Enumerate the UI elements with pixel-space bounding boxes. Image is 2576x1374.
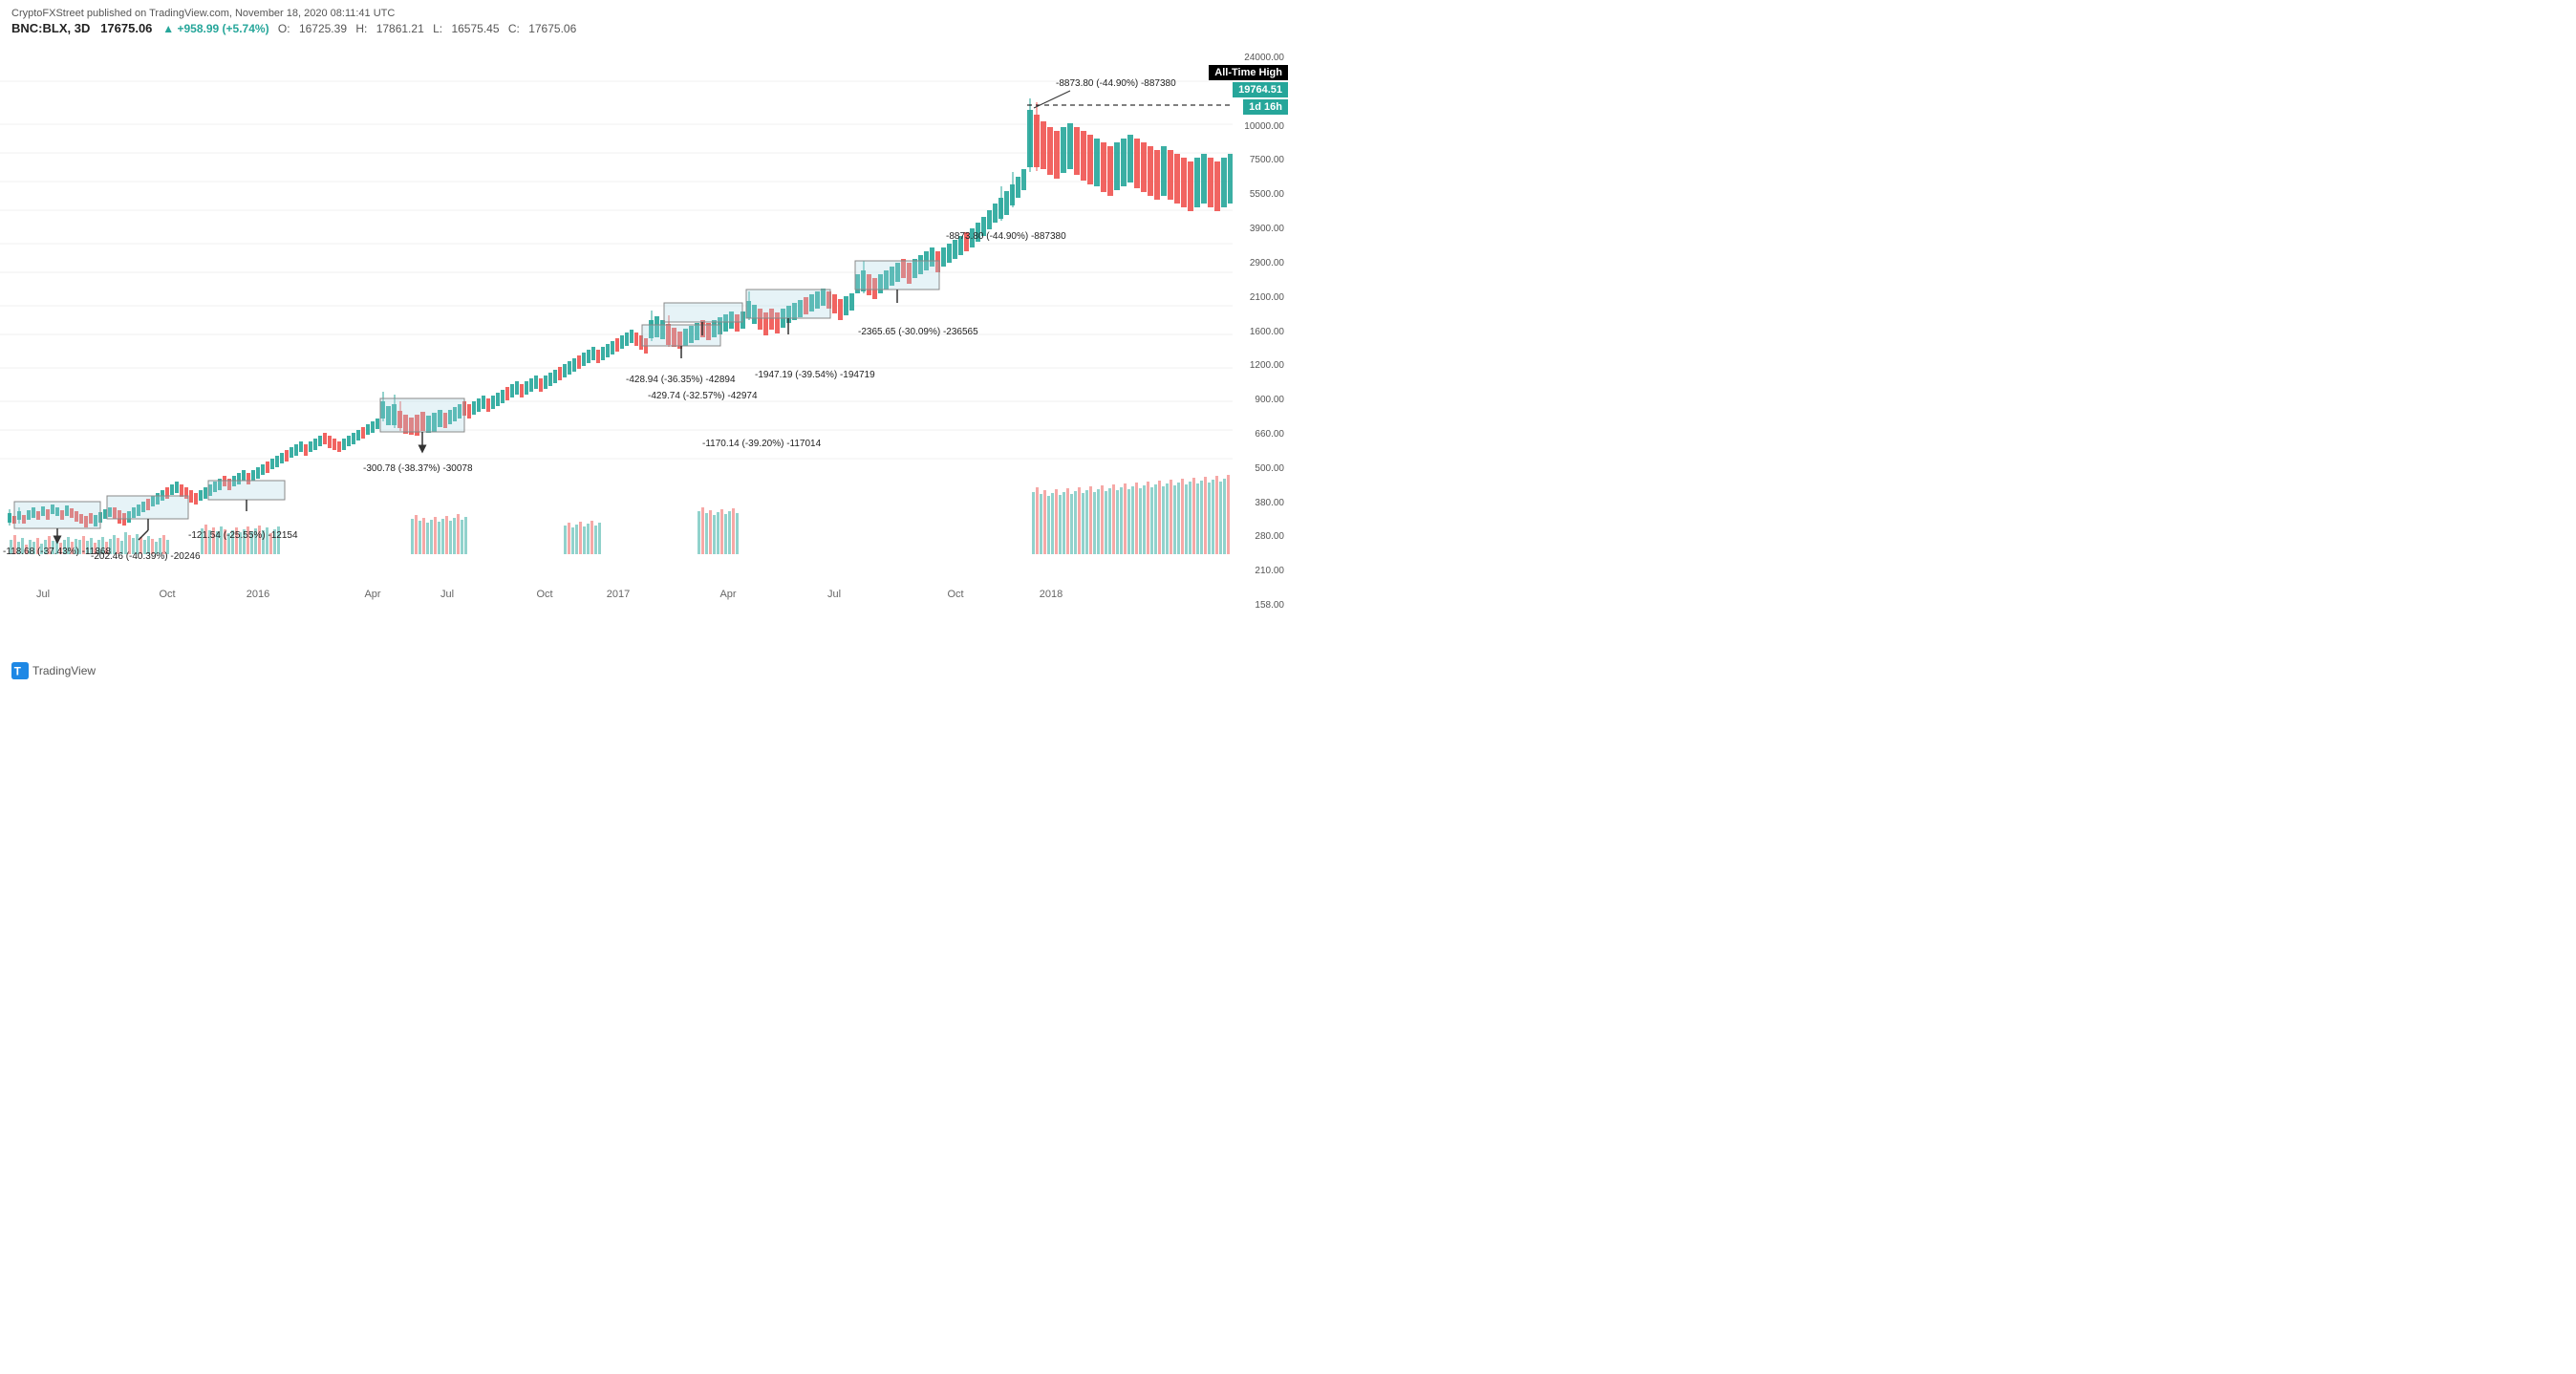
svg-text:2018: 2018 xyxy=(1040,589,1063,600)
svg-text:Apr: Apr xyxy=(719,589,736,600)
svg-text:-202.46 (-40.39%) -20246: -202.46 (-40.39%) -20246 xyxy=(91,551,201,562)
y-label-16: 158.00 xyxy=(1255,600,1284,611)
svg-text:-1170.14 (-39.20%) -117014: -1170.14 (-39.20%) -117014 xyxy=(702,439,822,449)
c-label: C: xyxy=(508,22,520,35)
y-label-6: 2900.00 xyxy=(1250,258,1284,268)
y-label-7: 2100.00 xyxy=(1250,292,1284,303)
tradingview-logo: T TradingView xyxy=(11,662,96,679)
price: 17675.06 xyxy=(100,21,152,35)
chart-container: CryptoFXStreet published on TradingView.… xyxy=(0,0,1288,687)
h-val: 17861.21 xyxy=(376,22,424,35)
h-label: H: xyxy=(355,22,367,35)
tradingview-logo-text: TradingView xyxy=(32,664,96,677)
y-label-4: 5500.00 xyxy=(1250,189,1284,200)
chart-svg: -118.68 (-37.43%) -11868 -202.46 (-40.39… xyxy=(0,53,1233,611)
svg-text:Oct: Oct xyxy=(159,589,175,600)
y-label-15: 210.00 xyxy=(1255,566,1284,576)
y-label-13: 380.00 xyxy=(1255,498,1284,508)
top-right-labels: All-Time High 19764.51 1d 16h xyxy=(1209,65,1288,115)
svg-text:2017: 2017 xyxy=(607,589,630,600)
arrow: ▲ xyxy=(162,22,174,35)
o-label: O: xyxy=(278,22,290,35)
timeframe-badge: 1d 16h xyxy=(1243,99,1288,115)
symbol: BNC:BLX, 3D xyxy=(11,21,90,35)
y-label-0: 24000.00 xyxy=(1244,53,1284,63)
l-label: L: xyxy=(433,22,442,35)
y-label-5: 3900.00 xyxy=(1250,224,1284,234)
svg-text:Jul: Jul xyxy=(827,589,841,600)
y-label-2: 10000.00 xyxy=(1244,121,1284,132)
svg-text:Oct: Oct xyxy=(536,589,552,600)
c-val: 17675.06 xyxy=(528,22,576,35)
svg-text:-1947.19 (-39.54%) -194719: -1947.19 (-39.54%) -194719 xyxy=(755,370,875,380)
ohlc: O: 16725.39 H: 17861.21 L: 16575.45 C: 1… xyxy=(272,22,576,35)
svg-text:Jul: Jul xyxy=(440,589,454,600)
y-label-3: 7500.00 xyxy=(1250,155,1284,165)
y-label-9: 1200.00 xyxy=(1250,360,1284,371)
y-label-10: 900.00 xyxy=(1255,395,1284,405)
svg-text:-300.78 (-38.37%) -30078: -300.78 (-38.37%) -30078 xyxy=(363,463,473,474)
svg-text:Oct: Oct xyxy=(947,589,963,600)
tradingview-logo-icon: T xyxy=(11,662,29,679)
svg-text:T: T xyxy=(14,666,22,678)
all-time-high-label: All-Time High xyxy=(1209,65,1288,80)
publisher-line: CryptoFXStreet published on TradingView.… xyxy=(11,8,576,19)
svg-text:-2365.65 (-30.09%) -236565: -2365.65 (-30.09%) -236565 xyxy=(858,327,978,337)
svg-text:Apr: Apr xyxy=(364,589,380,600)
svg-text:2016: 2016 xyxy=(247,589,269,600)
chart-header: CryptoFXStreet published on TradingView.… xyxy=(11,8,576,35)
chart-main: -118.68 (-37.43%) -11868 -202.46 (-40.39… xyxy=(0,53,1233,611)
y-label-8: 1600.00 xyxy=(1250,327,1284,337)
change-value: +958.99 (+5.74%) xyxy=(178,22,269,35)
svg-text:-8873.80 (-44.90%) -887380: -8873.80 (-44.90%) -887380 xyxy=(1056,78,1176,89)
change: ▲ +958.99 (+5.74%) xyxy=(162,22,272,35)
svg-text:-8873.80 (-44.90%) -887380: -8873.80 (-44.90%) -887380 xyxy=(946,231,1066,242)
symbol-price-line: BNC:BLX, 3D 17675.06 ▲ +958.99 (+5.74%) … xyxy=(11,21,576,35)
y-axis: 24000.00 13000.00 10000.00 7500.00 5500.… xyxy=(1233,53,1288,611)
ath-price-badge: 19764.51 xyxy=(1233,82,1288,97)
svg-text:-121.54 (-25.55%) -12154: -121.54 (-25.55%) -12154 xyxy=(188,530,298,541)
y-label-12: 500.00 xyxy=(1255,463,1284,474)
o-val: 16725.39 xyxy=(299,22,347,35)
svg-text:Jul: Jul xyxy=(36,589,50,600)
y-label-14: 280.00 xyxy=(1255,531,1284,542)
y-label-11: 660.00 xyxy=(1255,429,1284,440)
svg-text:-428.94 (-36.35%) -42894: -428.94 (-36.35%) -42894 xyxy=(626,375,736,385)
svg-text:-429.74 (-32.57%) -42974: -429.74 (-32.57%) -42974 xyxy=(648,391,758,401)
l-val: 16575.45 xyxy=(451,22,499,35)
